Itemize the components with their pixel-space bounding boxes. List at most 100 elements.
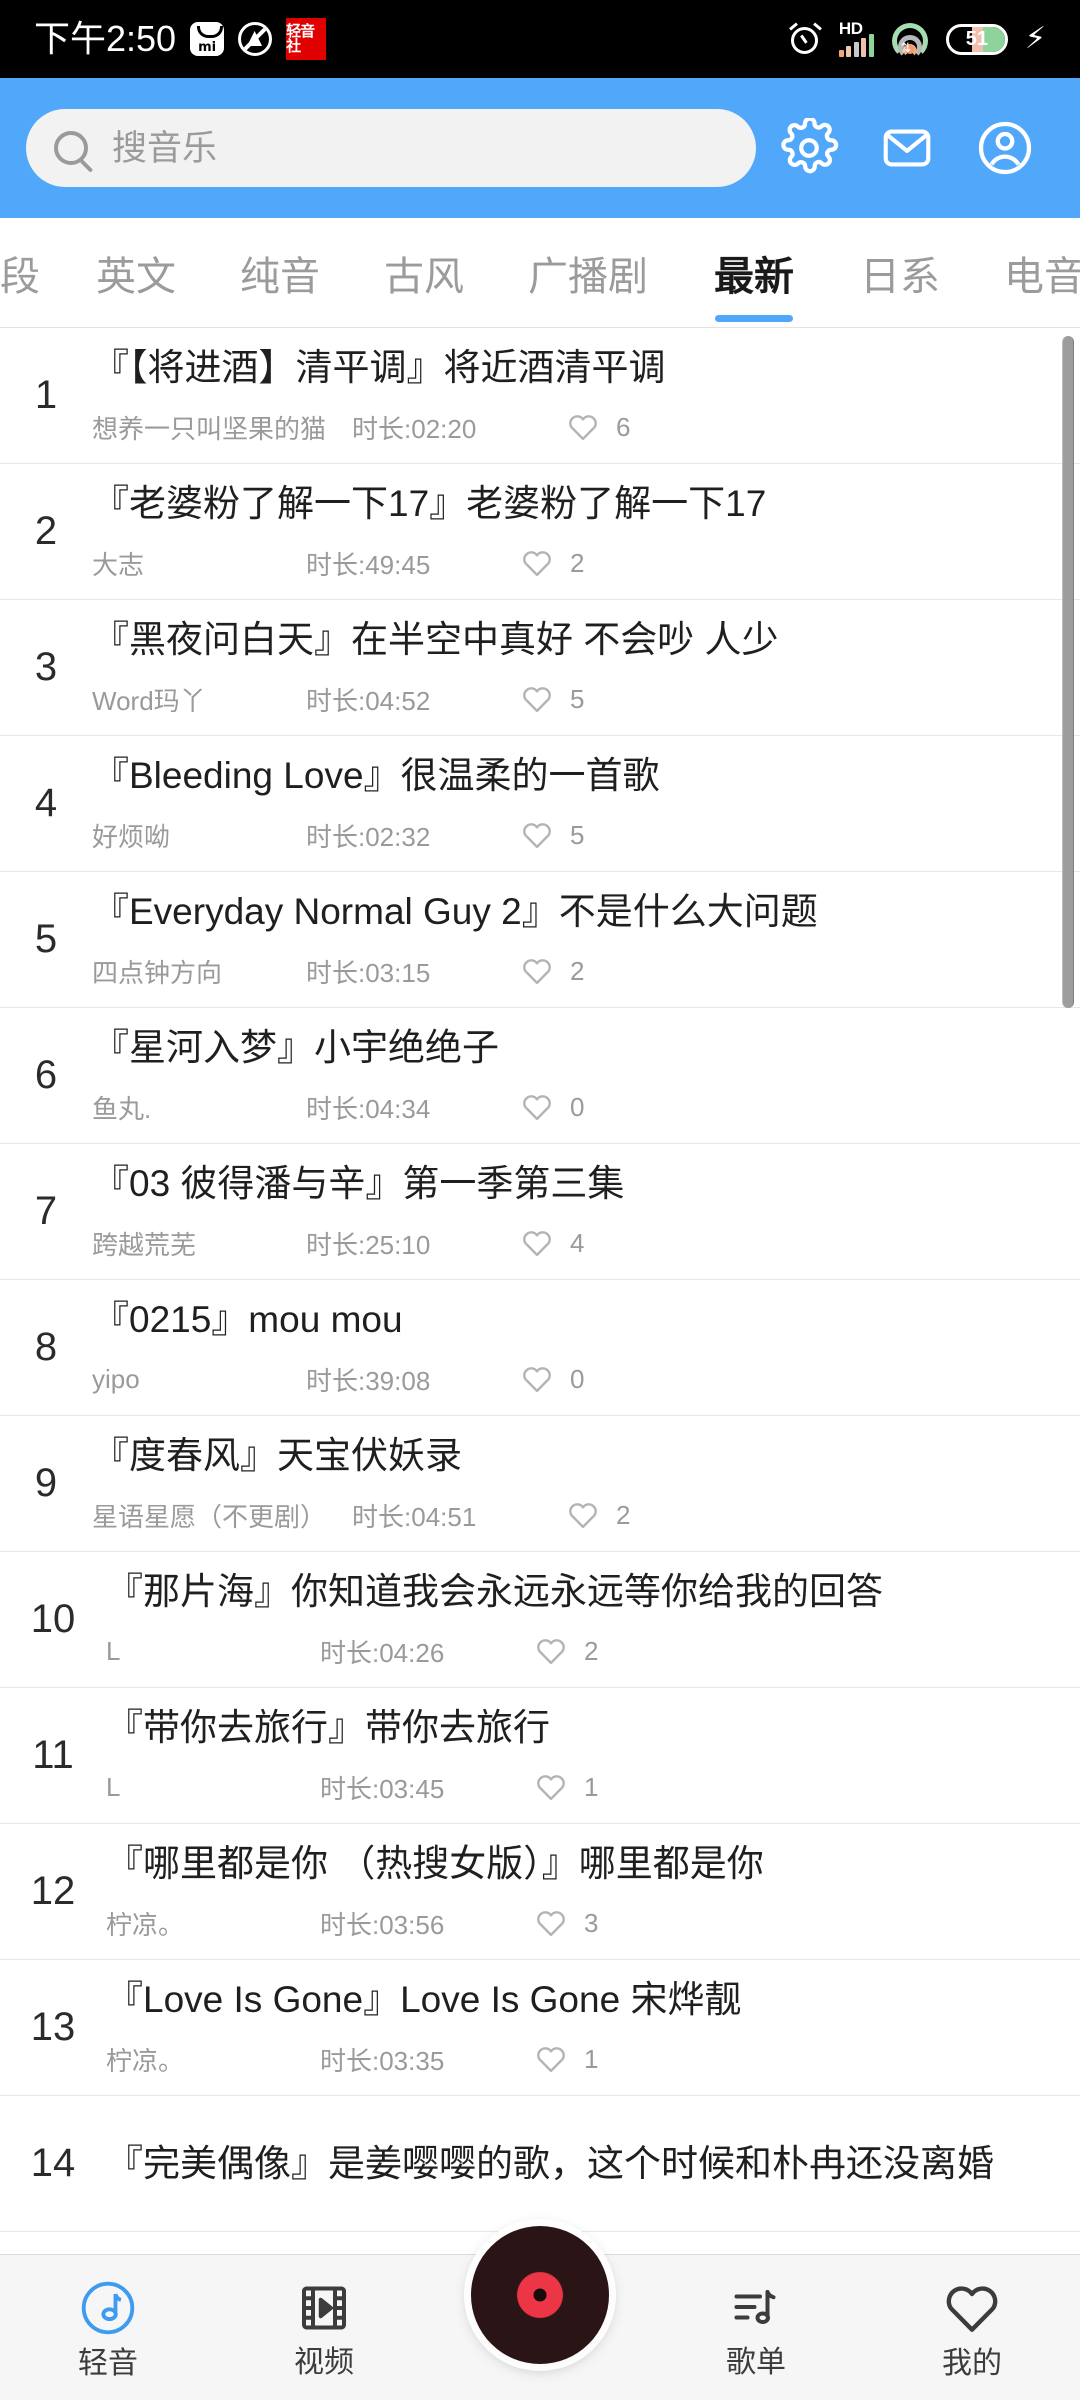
nav-item-qingyin[interactable]: 轻音 — [0, 2255, 216, 2401]
nav-item-playlist[interactable]: 歌单 — [648, 2255, 864, 2401]
settings-button[interactable] — [760, 99, 858, 197]
heart-icon[interactable] — [520, 1226, 554, 1260]
nav-item-mine[interactable]: 我的 — [864, 2255, 1080, 2401]
track-meta: 想养一只叫坚果的猫 时长:02:20 6 — [92, 409, 1054, 446]
track-row[interactable]: 10 『那片海』你知道我会永远永远等你给我的回答 L 时长:04:26 2 — [0, 1552, 1080, 1688]
heart-icon[interactable] — [520, 682, 554, 716]
heart-icon[interactable] — [534, 1770, 568, 1804]
heart-icon[interactable] — [520, 954, 554, 988]
track-row[interactable]: 12 『哪里都是你 （热搜女版）』哪里都是你 柠凉。 时长:03:56 3 — [0, 1824, 1080, 1960]
track-index: 5 — [34, 917, 58, 961]
app-badge-icon: 轻音社 — [286, 18, 327, 60]
track-artist: 星语星愿（不更剧） — [92, 1501, 327, 1532]
tab-7[interactable]: 日系 — [828, 218, 972, 327]
heart-icon[interactable] — [534, 2042, 568, 2076]
track-row[interactable]: 5 『Everyday Normal Guy 2』不是什么大问题 四点钟方向 时长:0… — [0, 872, 1080, 1008]
tab-label: 英文 — [96, 254, 176, 299]
track-row[interactable]: 4 『Bleeding Love』很温柔的一首歌 好烦呦 时长:02:32 5 — [0, 736, 1080, 872]
track-title: 『0215』mou mou — [92, 1299, 403, 1341]
tab-6[interactable]: 最新 — [680, 218, 828, 327]
track-title: 『带你去旅行』带你去旅行 — [106, 1707, 550, 1749]
track-artist: 跨越荒芜 — [92, 1229, 197, 1260]
track-like-count: 0 — [570, 1363, 585, 1394]
tab-8[interactable]: 电音 — [972, 218, 1080, 327]
track-like-group[interactable]: 0 — [520, 1090, 584, 1124]
nav-label-playlist: 歌单 — [726, 2345, 786, 2379]
track-row[interactable]: 2 『老婆粉了解一下17』老婆粉了解一下17 大志 时长:49:45 2 — [0, 464, 1080, 600]
track-meta: L 时长:03:45 1 — [106, 1769, 1054, 1806]
track-index: 14 — [30, 2141, 76, 2185]
track-body: 『0215』mou mou yipo 时长:39:08 0 — [92, 1280, 1080, 1415]
track-like-count: 0 — [570, 1091, 585, 1122]
bottom-navigation[interactable]: 轻音 视频 歌单 我的 — [0, 2226, 1080, 2401]
track-row[interactable]: 7 『03 彼得潘与辛』第一季第三集 跨越荒芜 时长:25:10 4 — [0, 1144, 1080, 1280]
track-row[interactable]: 14 『完美偶像』是姜嘤嘤的歌，这个时候和朴冉还没离婚 — [0, 2096, 1080, 2232]
track-title: 『哪里都是你 （热搜女版）』哪里都是你 — [106, 1843, 764, 1885]
track-row[interactable]: 13 『Love Is Gone』Love Is Gone 宋烨靓 柠凉。 时长:03… — [0, 1960, 1080, 2096]
hd-label: HD — [838, 19, 863, 38]
heart-icon[interactable] — [566, 410, 600, 444]
track-index: 1 — [34, 373, 58, 417]
track-row[interactable]: 11 『带你去旅行』带你去旅行 L 时长:03:45 1 — [0, 1688, 1080, 1824]
heart-icon[interactable] — [534, 1906, 568, 1940]
hd-signal-icon: HD — [838, 19, 874, 57]
tab-3[interactable]: 纯音 — [208, 218, 352, 327]
tab-2[interactable]: 英文 — [68, 218, 208, 327]
messages-button[interactable] — [858, 99, 956, 197]
heart-icon[interactable] — [520, 1362, 554, 1396]
heart-icon[interactable] — [520, 546, 554, 580]
track-title: 『老婆粉了解一下17』老婆粉了解一下17 — [92, 483, 767, 525]
nav-item-video[interactable]: 视频 — [216, 2255, 432, 2401]
track-like-group[interactable]: 2 — [534, 1634, 598, 1668]
track-like-count: 2 — [570, 955, 585, 986]
track-duration: 时长:03:45 — [320, 1773, 445, 1804]
mini-player-disc-button[interactable] — [471, 2226, 609, 2364]
track-like-count: 1 — [584, 1771, 599, 1802]
heart-icon[interactable] — [566, 1498, 600, 1532]
heart-icon[interactable] — [520, 818, 554, 852]
search-bar[interactable]: 搜音乐 — [26, 109, 756, 187]
track-row[interactable]: 9 『度春风』天宝伏妖录 星语星愿（不更剧） 时长:04:51 2 — [0, 1416, 1080, 1552]
track-like-group[interactable]: 4 — [520, 1226, 584, 1260]
track-like-group[interactable]: 5 — [520, 682, 584, 716]
list-scrollbar[interactable] — [1062, 336, 1074, 1008]
film-play-icon — [302, 2285, 346, 2330]
heart-icon[interactable] — [520, 1090, 554, 1124]
search-input[interactable]: 搜音乐 — [112, 131, 217, 166]
category-tab-bar[interactable]: 段 英文 纯音 古风 广播剧 最新 日系 电音 — [0, 218, 1080, 328]
track-duration: 时长:03:15 — [306, 957, 431, 988]
track-list[interactable]: 1 『【将进酒】清平调』将近酒清平调 想养一只叫坚果的猫 时长:02:20 6 2 『老婆粉… — [0, 328, 1080, 2258]
nav-label-video: 视频 — [294, 2345, 354, 2379]
track-like-group[interactable]: 2 — [566, 1498, 630, 1532]
track-like-group[interactable]: 5 — [520, 818, 584, 852]
track-artist: 柠凉。 — [106, 2045, 185, 2076]
track-like-group[interactable]: 0 — [520, 1362, 584, 1396]
track-artist: 柠凉。 — [106, 1909, 185, 1940]
track-meta: 柠凉。 时长:03:56 3 — [106, 1905, 1054, 1942]
tab-5[interactable]: 广播剧 — [496, 218, 680, 327]
track-like-group[interactable]: 3 — [534, 1906, 598, 1940]
track-row[interactable]: 6 『星河入梦』小宇绝绝子 鱼丸. 时长:04:34 0 — [0, 1008, 1080, 1144]
wifi-icon: ⇅ — [891, 23, 929, 59]
track-index: 7 — [34, 1189, 58, 1233]
track-like-count: 5 — [570, 819, 585, 850]
track-like-group[interactable]: 1 — [534, 1770, 598, 1804]
track-row[interactable]: 1 『【将进酒】清平调』将近酒清平调 想养一只叫坚果的猫 时长:02:20 6 — [0, 328, 1080, 464]
profile-button[interactable] — [956, 99, 1054, 197]
track-row[interactable]: 3 『黑夜问白天』在半空中真好 不会吵 人少 Word玛丫 时长:04:52 5 — [0, 600, 1080, 736]
track-body: 『星河入梦』小宇绝绝子 鱼丸. 时长:04:34 0 — [92, 1008, 1080, 1143]
heart-icon[interactable] — [534, 1634, 568, 1668]
track-like-group[interactable]: 1 — [534, 2042, 598, 2076]
track-row[interactable]: 8 『0215』mou mou yipo 时长:39:08 0 — [0, 1280, 1080, 1416]
track-duration: 时长:39:08 — [306, 1365, 431, 1396]
tab-4[interactable]: 古风 — [352, 218, 496, 327]
track-like-group[interactable]: 2 — [520, 546, 584, 580]
track-body: 『Everyday Normal Guy 2』不是什么大问题 四点钟方向 时长:03… — [92, 872, 1080, 1007]
track-body: 『Bleeding Love』很温柔的一首歌 好烦呦 时长:02:32 5 — [92, 736, 1080, 871]
tab-label: 纯音 — [240, 254, 320, 299]
track-title: 『03 彼得潘与辛』第一季第三集 — [92, 1163, 625, 1205]
track-like-group[interactable]: 6 — [566, 410, 630, 444]
tab-1[interactable]: 段 — [0, 218, 68, 327]
track-like-group[interactable]: 2 — [520, 954, 584, 988]
tab-active-indicator — [715, 314, 793, 322]
